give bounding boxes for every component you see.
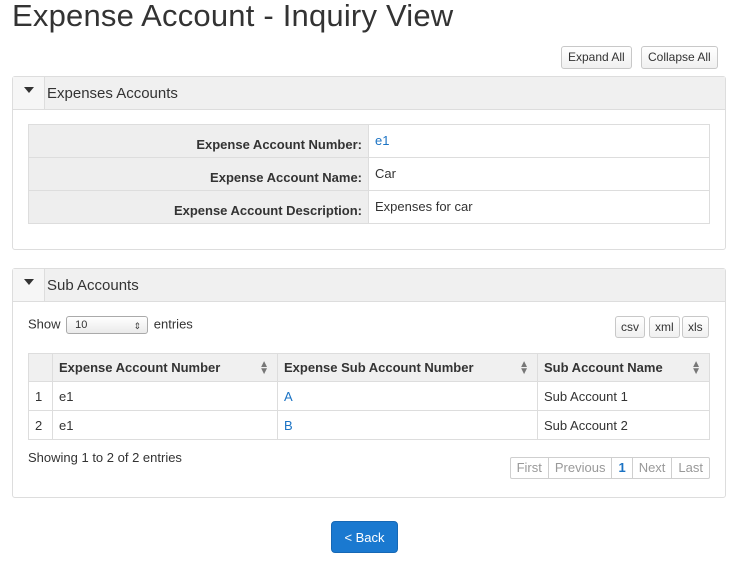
panel-title: Sub Accounts — [47, 277, 139, 294]
sort-icon: ▲ ▼ — [519, 359, 529, 377]
back-button[interactable]: < Back — [331, 521, 398, 553]
sub-account-link[interactable]: B — [284, 418, 293, 433]
export-csv-button[interactable]: csv — [615, 316, 645, 338]
cell-name: Sub Account 2 — [537, 410, 710, 440]
field-label: Expense Account Number: — [28, 124, 369, 158]
panel-title: Expenses Accounts — [47, 85, 178, 102]
panel-header: Sub Accounts — [13, 269, 725, 302]
column-header-label: Sub Account Name — [544, 360, 663, 375]
pager-page[interactable]: 1 — [612, 458, 633, 478]
expenses-accounts-panel: Expenses Accounts Expense Account Number… — [12, 76, 726, 250]
field-value: Expenses for car — [368, 190, 710, 224]
row-index: 2 — [28, 410, 53, 440]
panel-header: Expenses Accounts — [13, 77, 725, 110]
sort-icon: ▲ ▼ — [691, 359, 701, 377]
cell-sub-account: A — [277, 381, 538, 411]
account-number-link[interactable]: e1 — [375, 133, 389, 148]
cell-account: e1 — [52, 410, 278, 440]
show-label: Show — [28, 316, 61, 332]
field-value: Car — [368, 157, 710, 191]
column-header[interactable]: Sub Account Name ▲ ▼ — [537, 353, 710, 382]
page-title: Expense Account - Inquiry View — [12, 0, 454, 33]
pager-next[interactable]: Next — [633, 458, 673, 478]
table-row: 2 e1 B Sub Account 2 — [28, 410, 710, 440]
page-size-value: 10 — [75, 319, 88, 331]
pager-last[interactable]: Last — [672, 458, 709, 478]
collapse-all-button[interactable]: Collapse All — [641, 46, 718, 69]
index-column-header — [28, 353, 53, 382]
field-label: Expense Account Name: — [28, 157, 369, 191]
account-detail-table: Expense Account Number: e1 Expense Accou… — [28, 124, 710, 224]
expand-all-button[interactable]: Expand All — [561, 46, 632, 69]
row-index: 1 — [28, 381, 53, 411]
cell-sub-account: B — [277, 410, 538, 440]
panel-toggle[interactable] — [13, 77, 45, 109]
page-size-select[interactable]: 10 ⇕ — [66, 316, 149, 334]
pager-first[interactable]: First — [511, 458, 549, 478]
sub-account-link[interactable]: A — [284, 389, 293, 404]
column-header-label: Expense Account Number — [59, 360, 221, 375]
cell-account: e1 — [52, 381, 278, 411]
export-xls-button[interactable]: xls — [682, 316, 709, 338]
pagination: First Previous 1 Next Last — [509, 457, 710, 479]
sort-icon: ▲ ▼ — [259, 359, 269, 377]
column-header-label: Expense Sub Account Number — [284, 360, 474, 375]
sub-accounts-table: Expense Account Number ▲ ▼ Expense Sub Ac… — [28, 353, 710, 440]
column-header[interactable]: Expense Sub Account Number ▲ ▼ — [277, 353, 538, 382]
cell-name: Sub Account 1 — [537, 381, 710, 411]
detail-row: Expense Account Number: e1 — [28, 124, 710, 158]
detail-row: Expense Account Name: Car — [28, 157, 710, 191]
caret-down-icon — [24, 87, 34, 93]
column-header[interactable]: Expense Account Number ▲ ▼ — [52, 353, 278, 382]
field-label: Expense Account Description: — [28, 190, 369, 224]
field-value: e1 — [368, 124, 710, 158]
select-arrow-icon: ⇕ — [133, 321, 142, 331]
sub-accounts-panel: Sub Accounts Show 10 ⇕ entries csv xml x… — [12, 268, 726, 498]
table-row: 1 e1 A Sub Account 1 — [28, 381, 710, 411]
detail-row: Expense Account Description: Expenses fo… — [28, 190, 710, 224]
pager-previous[interactable]: Previous — [549, 458, 613, 478]
export-xml-button[interactable]: xml — [649, 316, 680, 338]
page-length-control: Show 10 ⇕ entries — [28, 316, 193, 334]
table-header-row: Expense Account Number ▲ ▼ Expense Sub Ac… — [28, 353, 710, 382]
entries-label: entries — [153, 316, 193, 332]
panel-toggle[interactable] — [13, 269, 45, 301]
caret-down-icon — [24, 279, 34, 285]
table-info: Showing 1 to 2 of 2 entries — [28, 450, 182, 465]
